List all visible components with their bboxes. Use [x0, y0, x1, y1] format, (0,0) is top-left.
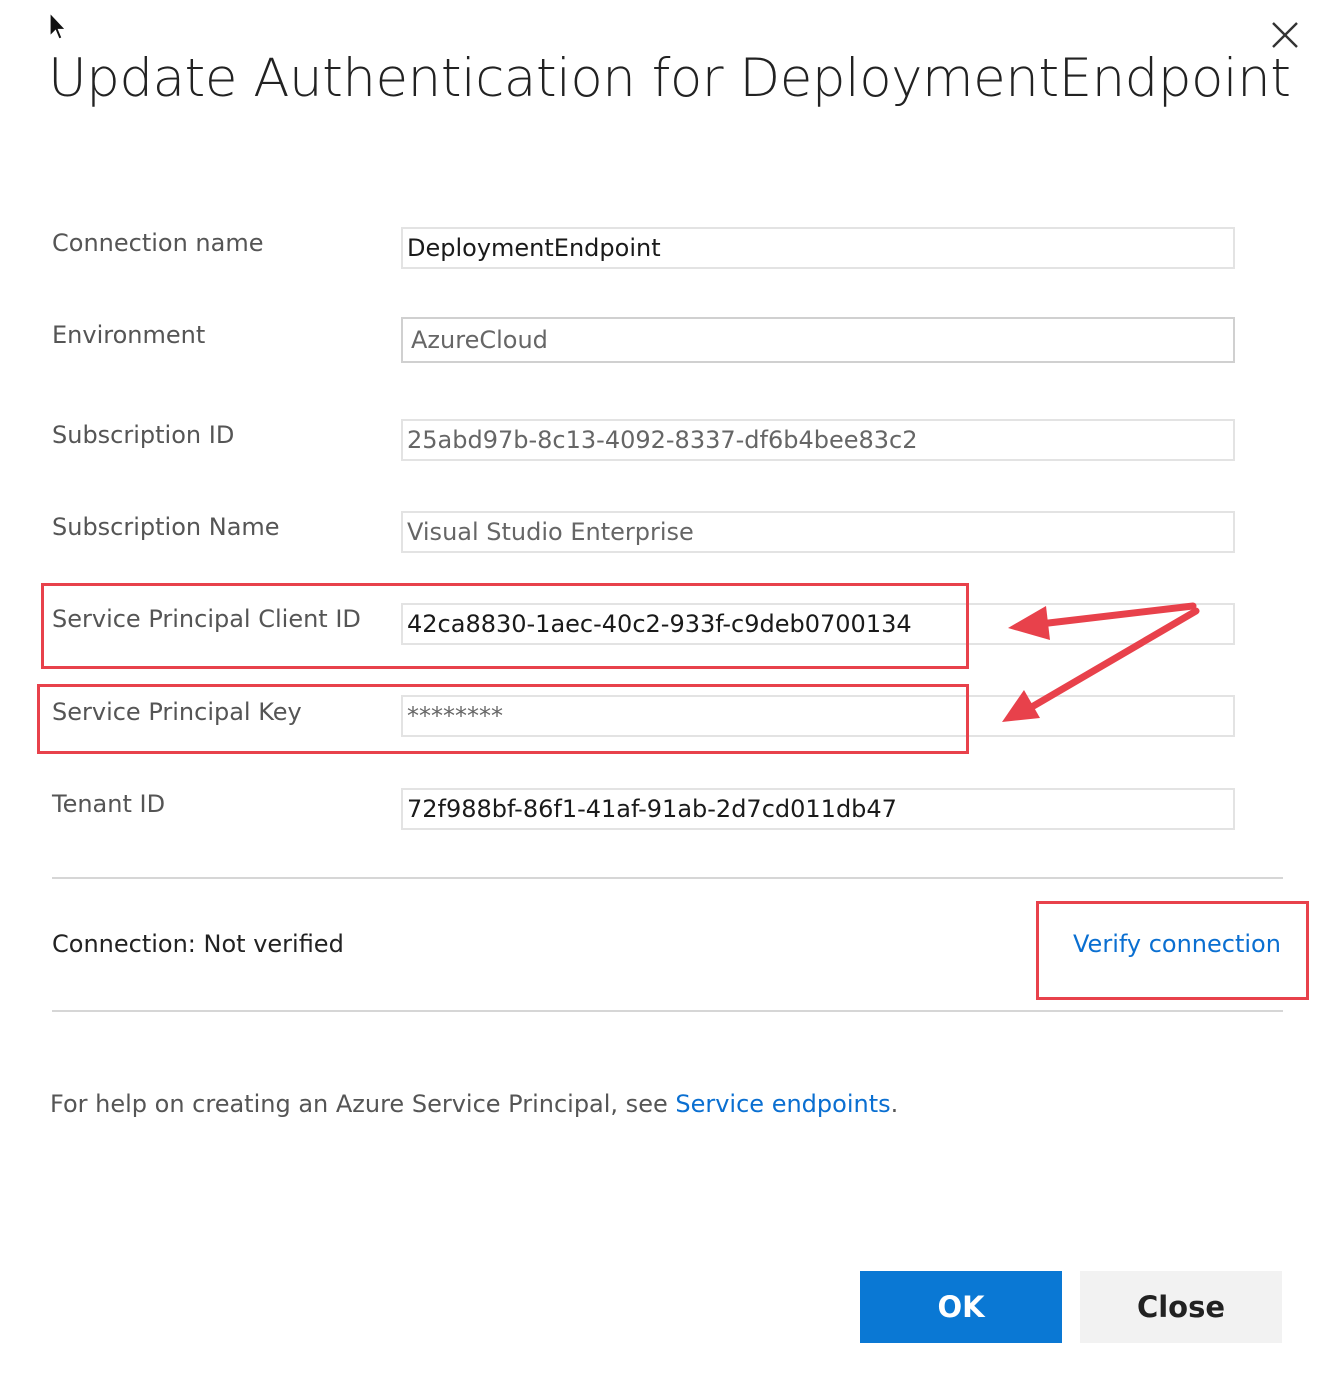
tenant-id-label: Tenant ID: [52, 790, 166, 818]
verify-connection-link[interactable]: Verify connection: [1073, 930, 1281, 958]
subscription-name-label: Subscription Name: [52, 513, 280, 541]
tenant-id-input[interactable]: [401, 788, 1235, 830]
mouse-cursor-icon: [49, 12, 67, 40]
subscription-id-label: Subscription ID: [52, 421, 235, 449]
close-button[interactable]: Close: [1080, 1271, 1282, 1343]
connection-status: Connection: Not verified: [52, 930, 344, 958]
sp-client-id-label: Service Principal Client ID: [52, 605, 361, 633]
help-text: For help on creating an Azure Service Pr…: [50, 1090, 898, 1118]
update-authentication-dialog: Update Authentication for DeploymentEndp…: [0, 0, 1325, 1381]
help-text-prefix: For help on creating an Azure Service Pr…: [50, 1090, 676, 1118]
sp-client-id-input[interactable]: [401, 603, 1235, 645]
connection-name-input[interactable]: [401, 227, 1235, 269]
divider-bottom: [52, 1010, 1283, 1012]
dialog-title: Update Authentication for DeploymentEndp…: [48, 48, 1291, 109]
divider-top: [52, 877, 1283, 879]
service-endpoints-link[interactable]: Service endpoints: [675, 1090, 890, 1118]
help-text-suffix: .: [890, 1090, 899, 1118]
ok-button[interactable]: OK: [860, 1271, 1062, 1343]
subscription-id-input[interactable]: [401, 419, 1235, 461]
sp-key-label: Service Principal Key: [52, 698, 302, 726]
environment-label: Environment: [52, 321, 206, 349]
sp-key-input[interactable]: [401, 695, 1235, 737]
annotation-arrows: [1002, 602, 1200, 722]
environment-select[interactable]: [401, 317, 1235, 363]
subscription-name-input[interactable]: [401, 511, 1235, 553]
connection-name-label: Connection name: [52, 229, 264, 257]
close-icon[interactable]: [1268, 18, 1302, 52]
